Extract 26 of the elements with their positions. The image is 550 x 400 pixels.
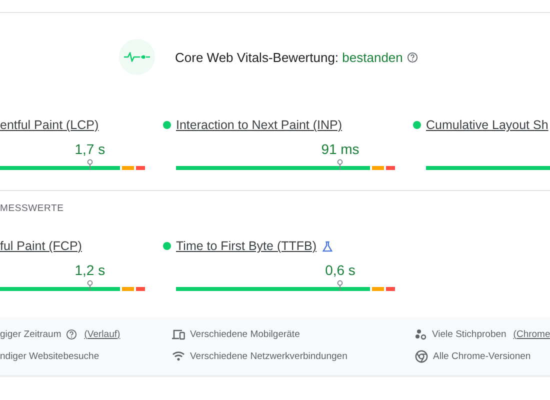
devices-icon bbox=[172, 328, 185, 340]
metric-value: 1,7 s bbox=[74, 141, 106, 157]
section-label: MESSWERTE bbox=[0, 203, 65, 214]
metric-value: 91 ms bbox=[321, 141, 360, 157]
pulse-icon bbox=[124, 52, 150, 62]
help-icon[interactable] bbox=[66, 328, 78, 340]
info-text: Viele Stichproben bbox=[432, 328, 506, 340]
metric-link[interactable]: Time to First Byte (TTFB) bbox=[176, 239, 317, 253]
help-icon[interactable] bbox=[406, 52, 418, 62]
info-text: Verschiedene Mobilgeräte bbox=[190, 328, 300, 340]
metric-link[interactable]: Interaction to Next Paint (INP) bbox=[176, 118, 342, 132]
metric-link[interactable]: ful Paint (FCP) bbox=[0, 239, 82, 253]
metric-value: 0,6 s bbox=[325, 262, 356, 278]
browser-icon bbox=[415, 350, 428, 362]
metric-value: 1,2 s bbox=[74, 262, 106, 278]
metric-link[interactable]: Cumulative Layout Sh bbox=[426, 118, 548, 132]
info-text: Verschiedene Netzwerkverbindungen bbox=[190, 350, 348, 362]
assessment-title: Core Web Vitals-Bewertung: bestanden bbox=[175, 50, 403, 64]
info-text: Alle Chrome-Versionen bbox=[433, 350, 531, 362]
dots-icon bbox=[415, 328, 427, 340]
info-link[interactable]: (Verlauf) bbox=[84, 328, 120, 340]
wifi-icon bbox=[172, 351, 185, 361]
info-text: giger Zeitraum bbox=[0, 328, 62, 340]
info-link[interactable]: (Chrome bbox=[513, 328, 550, 340]
info-text: ndiger Websitebesuche bbox=[0, 350, 100, 362]
metric-link[interactable]: entful Paint (LCP) bbox=[0, 118, 99, 132]
